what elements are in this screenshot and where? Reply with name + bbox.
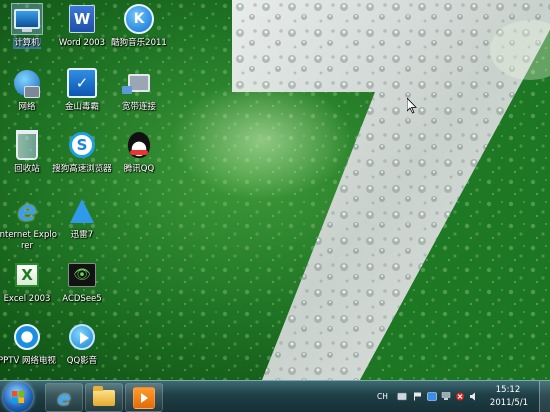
flag-notification-icon[interactable] [413, 392, 423, 401]
desktop-icon-broadband[interactable]: 宽带连接 [106, 66, 172, 113]
desktop-icon-kugou[interactable]: K 酷狗音乐2011 [106, 2, 172, 49]
desktop-icon-label: 酷狗音乐2011 [111, 38, 167, 48]
acdsee-icon: 👁 [67, 260, 97, 290]
network-error-icon[interactable] [455, 392, 465, 401]
clock-time[interactable]: 15:12 [488, 385, 528, 395]
taskbar-media-player[interactable] [125, 383, 163, 412]
cursor-arrow-icon [407, 98, 417, 114]
desktop-icon-label: 迅雷7 [70, 230, 94, 240]
desktop-icon-acdsee[interactable]: 👁 ACDSee5 [49, 258, 115, 305]
desktop-icon-label: Excel 2003 [3, 294, 51, 304]
desktop-icon-label: 网络 [18, 102, 36, 112]
desktop-icon-label: Word 2003 [58, 38, 106, 48]
word-icon: W [67, 4, 97, 34]
desktop-icon-label: QQ影音 [66, 356, 98, 366]
desktop-icon-label: 金山毒霸 [64, 102, 99, 112]
desktop-icon-label: 回收站 [14, 164, 40, 174]
taskbar: e CH 15:12 2011/5/1 [0, 380, 550, 412]
desktop-icon-label: 计算机 [13, 38, 41, 49]
taskbar-windows-explorer[interactable] [85, 383, 123, 412]
desktop-icon-label: ACDSee5 [62, 294, 102, 304]
network-icon [12, 68, 42, 98]
jinshan-antivirus-icon: ✓ [67, 68, 97, 98]
pptv-icon [12, 322, 42, 352]
sogou-browser-icon: S [67, 130, 97, 160]
folder-icon [93, 385, 115, 406]
broadband-connection-icon [122, 68, 154, 98]
antivirus-tray-icon[interactable] [427, 392, 437, 401]
volume-icon[interactable] [469, 392, 479, 401]
keyboard-icon[interactable] [397, 392, 407, 401]
computer-icon [11, 3, 43, 35]
desktop-icon-xunlei[interactable]: 迅雷7 [49, 194, 115, 241]
desktop-icon-qq-player[interactable]: QQ影音 [49, 320, 115, 367]
kugou-icon: K [124, 4, 154, 34]
taskbar-internet-explorer[interactable]: e [45, 383, 83, 412]
excel-icon: X [12, 260, 42, 290]
show-desktop-button[interactable] [539, 381, 550, 412]
xunlei-icon [67, 196, 97, 226]
desktop-icon-label: 搜狗高速浏览器 [52, 164, 112, 174]
input-language-indicator[interactable]: CH [377, 392, 388, 401]
network-tray-icon[interactable] [441, 392, 451, 401]
internet-explorer-icon: e [17, 194, 37, 227]
media-player-icon [133, 386, 155, 409]
desktop-icon-qq[interactable]: 腾讯QQ [106, 128, 172, 175]
desktop-icon-label: 宽带连接 [121, 102, 156, 112]
qq-player-icon [67, 322, 97, 352]
internet-explorer-icon: e [57, 385, 71, 410]
system-tray: CH 15:12 2011/5/1 [375, 381, 550, 412]
start-button[interactable] [3, 382, 33, 412]
windows-logo-icon [12, 391, 24, 403]
clock-date[interactable]: 2011/5/1 [484, 398, 534, 408]
qq-icon [124, 130, 154, 160]
desktop-icon-label: 腾讯QQ [123, 164, 155, 174]
recycle-bin-icon [12, 130, 42, 160]
